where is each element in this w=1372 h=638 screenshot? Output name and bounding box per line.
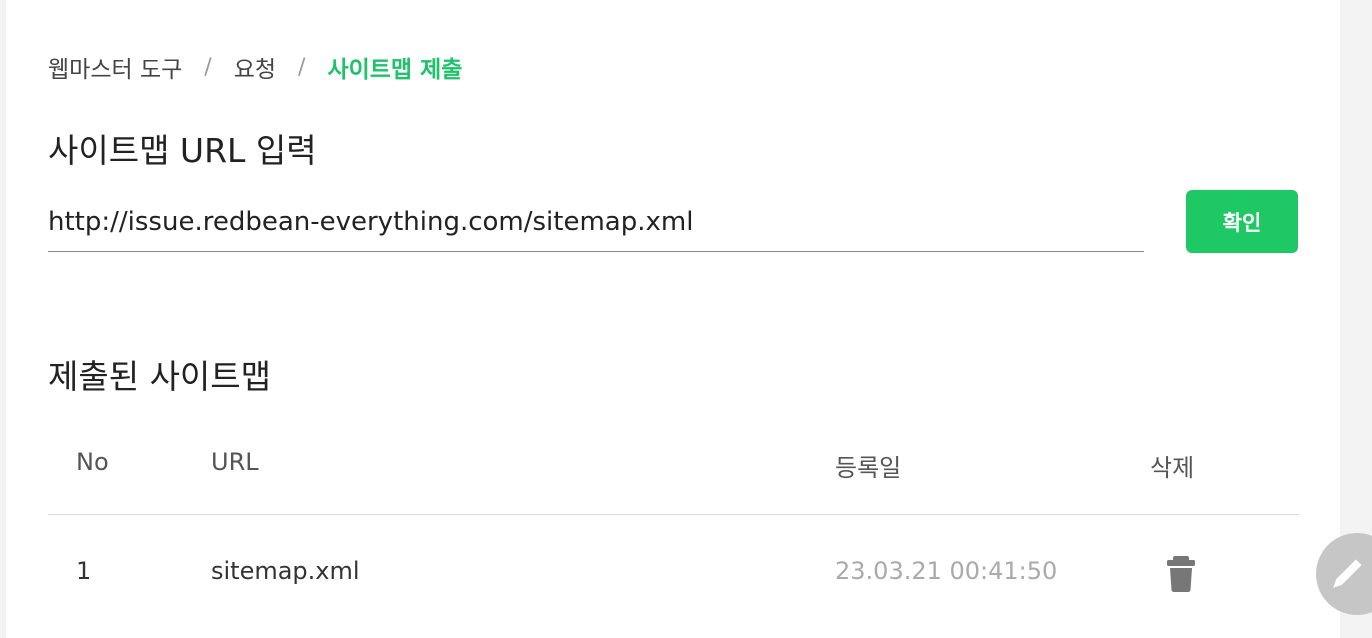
submitted-sitemaps-title: 제출된 사이트맵 (48, 357, 272, 396)
table-row: 1 sitemap.xml 23.03.21 00:41:50 (48, 515, 1299, 630)
column-header-url: URL (211, 448, 259, 476)
row-date: 23.03.21 00:41:50 (835, 557, 1058, 585)
trash-icon[interactable] (1164, 555, 1198, 593)
row-no: 1 (76, 557, 92, 585)
breadcrumb-item-sitemap-submit: 사이트맵 제출 (327, 57, 463, 83)
breadcrumb-item-request[interactable]: 요청 (234, 50, 276, 84)
row-url: sitemap.xml (211, 557, 360, 585)
breadcrumb: 웹마스터 도구 / 요청 / 사이트맵 제출 (48, 50, 462, 84)
confirm-button[interactable]: 확인 (1186, 190, 1298, 253)
main-panel: 웹마스터 도구 / 요청 / 사이트맵 제출 사이트맵 URL 입력 확인 제출… (6, 0, 1340, 638)
table-header: No URL 등록일 삭제 (48, 440, 1299, 515)
sitemap-url-input-title: 사이트맵 URL 입력 (48, 131, 317, 170)
pencil-icon (1333, 559, 1362, 588)
breadcrumb-separator: / (204, 54, 212, 80)
column-header-delete: 삭제 (1150, 454, 1195, 482)
column-header-date: 등록일 (835, 454, 902, 482)
breadcrumb-item-webmaster-tools[interactable]: 웹마스터 도구 (48, 50, 182, 84)
column-header-no: No (76, 448, 109, 476)
breadcrumb-separator: / (298, 54, 306, 80)
sitemap-url-input[interactable] (48, 192, 1144, 252)
